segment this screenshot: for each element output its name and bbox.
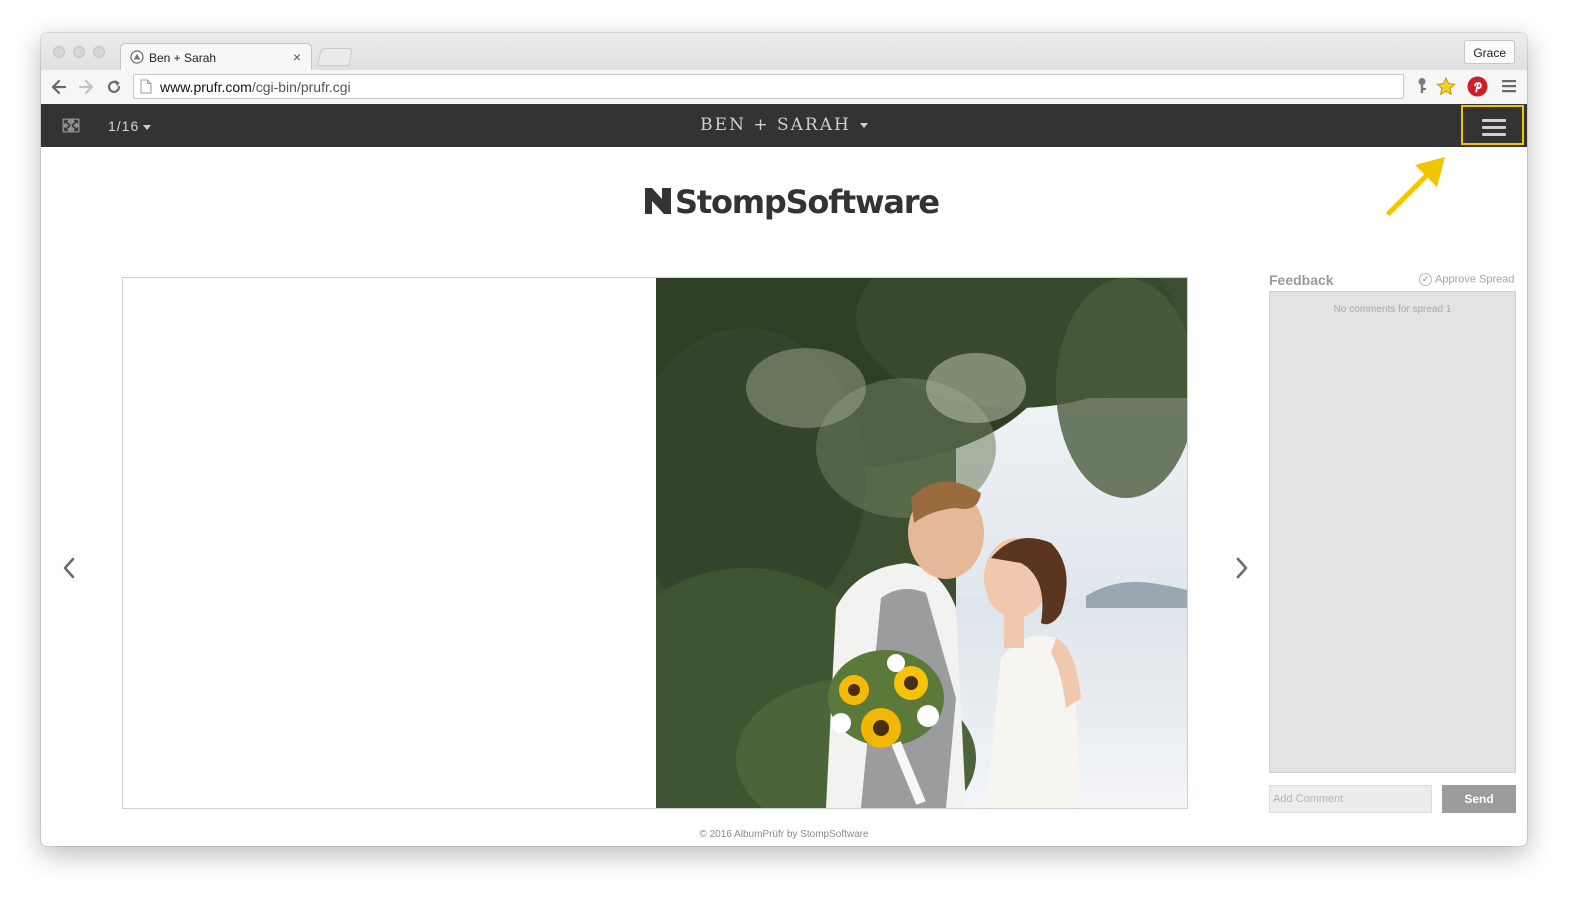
key-icon[interactable]: [1416, 77, 1428, 95]
new-tab-button[interactable]: [317, 48, 353, 66]
profile-button[interactable]: Grace: [1464, 40, 1515, 64]
album-title-dropdown[interactable]: BEN + SARAH: [41, 115, 1527, 135]
site-favicon-icon: [130, 50, 144, 64]
no-comments-text: No comments for spread 1: [1333, 304, 1452, 315]
logo-mark-icon: [645, 188, 671, 214]
app-header: 1/16 BEN + SARAH: [41, 104, 1527, 147]
bookmark-star-icon[interactable]: [1436, 77, 1456, 96]
comments-panel: No comments for spread 1: [1269, 291, 1516, 773]
tab-strip: Ben + Sarah × Grace: [41, 33, 1527, 71]
menu-button[interactable]: [1461, 105, 1524, 145]
browser-window: Ben + Sarah × Grace www.prufr.com/cgi-bi…: [41, 33, 1527, 846]
hamburger-menu-icon: [1482, 119, 1506, 140]
feedback-title: Feedback: [1269, 272, 1334, 288]
caret-down-icon: [859, 123, 868, 128]
chevron-right-icon[interactable]: [1234, 556, 1250, 580]
approve-spread-label: Approve Spread: [1435, 273, 1515, 286]
wedding-photo: [656, 278, 1187, 808]
send-button[interactable]: Send: [1442, 785, 1516, 813]
album-title: BEN + SARAH: [700, 115, 851, 135]
check-icon: ✓: [1419, 273, 1432, 286]
left-page: [123, 278, 656, 808]
pinterest-icon[interactable]: [1467, 76, 1488, 97]
logo-text: StompSoftware: [675, 183, 940, 221]
zoom-window-button[interactable]: [93, 46, 105, 58]
close-window-button[interactable]: [53, 46, 65, 58]
footer-copyright: © 2016 AlbumPrüfr by StompSoftware: [699, 829, 869, 840]
back-arrow-icon[interactable]: [49, 77, 69, 97]
browser-toolbar: www.prufr.com/cgi-bin/prufr.cgi: [41, 70, 1527, 105]
chevron-left-icon[interactable]: [61, 556, 77, 580]
add-comment-input[interactable]: [1269, 785, 1432, 813]
tab-close-icon[interactable]: ×: [293, 49, 301, 65]
reload-icon[interactable]: [104, 77, 124, 97]
page-icon: [140, 79, 152, 94]
album-spread[interactable]: [122, 277, 1188, 809]
browser-tab[interactable]: Ben + Sarah ×: [120, 43, 312, 71]
approve-spread-checkbox[interactable]: ✓ Approve Spread: [1419, 273, 1515, 286]
yellow-arrow-annotation: [1386, 157, 1445, 216]
minimize-window-button[interactable]: [73, 46, 85, 58]
address-bar[interactable]: www.prufr.com/cgi-bin/prufr.cgi: [133, 74, 1404, 99]
forward-arrow-icon[interactable]: [76, 77, 96, 97]
browser-menu-icon[interactable]: [1501, 79, 1517, 93]
tab-title: Ben + Sarah: [149, 51, 217, 65]
url-text: www.prufr.com/cgi-bin/prufr.cgi: [160, 79, 351, 95]
